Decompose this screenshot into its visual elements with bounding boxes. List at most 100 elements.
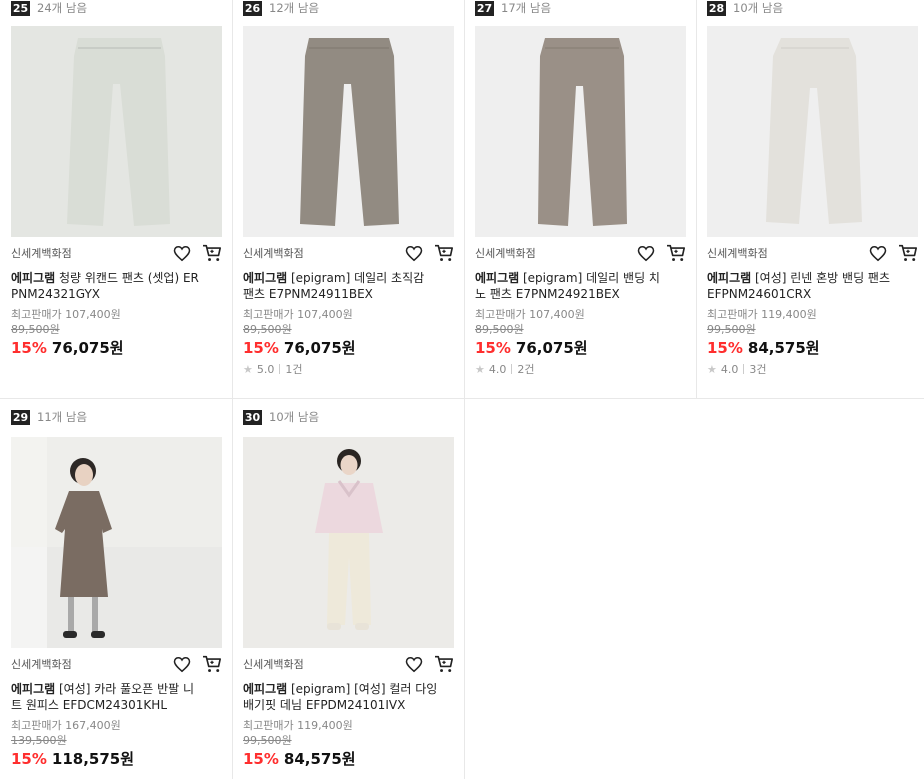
store-row: 신세계백화점	[11, 243, 222, 263]
price-row: 15% 118,575원	[11, 748, 134, 769]
rank-badge: 28	[707, 0, 726, 16]
product-title[interactable]: 에피그램 청량 위캔드 팬츠 (셋업) ER PNM24321GYX	[11, 270, 222, 302]
rank-row: 27 17개 남음	[475, 0, 551, 16]
product-name-line2: 팬츠 E7PNM24911BEX	[243, 287, 373, 301]
rank-badge: 25	[11, 0, 30, 16]
review-count[interactable]: 1건	[285, 361, 302, 377]
max-price-label: 최고판매가 107,400원	[11, 308, 121, 321]
top-shape	[315, 483, 383, 533]
store-name: 신세계백화점	[11, 247, 72, 260]
product-name-line1: 청량 위캔드 팬츠 (셋업) ER	[55, 271, 199, 285]
product-image[interactable]	[707, 26, 918, 237]
price-row: 15% 84,575원	[707, 337, 820, 358]
heart-icon[interactable]	[404, 243, 424, 263]
discount-rate: 15%	[475, 339, 511, 357]
cart-icon[interactable]	[898, 243, 918, 263]
store-row: 신세계백화점	[243, 243, 454, 263]
product-name-line1: [epigram] [여성] 컬러 다잉	[287, 682, 438, 696]
product-card[interactable]: 26 12개 남음 신세계백화점 에피그램 [epigram] 데일리 초직감 …	[232, 0, 464, 398]
rating-value: 4.0	[488, 362, 507, 376]
original-price: 89,500원	[243, 323, 292, 336]
star-icon: ★	[475, 362, 485, 376]
divider	[511, 364, 513, 374]
pants-image	[11, 26, 222, 237]
brand-name: 에피그램	[243, 682, 288, 696]
rank-row: 30 10개 남음	[243, 409, 319, 425]
divider	[743, 364, 745, 374]
max-price-label: 최고판매가 119,400원	[243, 719, 353, 732]
product-name-line2: 트 원피스 EFDCM24301KHL	[11, 698, 167, 712]
max-price-label: 최고판매가 119,400원	[707, 308, 817, 321]
product-name-line2: 배기핏 데님 EFPDM24101IVX	[243, 698, 406, 712]
discount-rate: 15%	[243, 339, 279, 357]
review-count[interactable]: 3건	[749, 361, 766, 377]
cart-icon[interactable]	[434, 243, 454, 263]
original-price: 139,500원	[11, 734, 67, 747]
product-card[interactable]: 28 10개 남음 신세계백화점 에피그램 [여성] 린넨 혼방 밴딩 팬츠 E…	[696, 0, 924, 398]
discount-rate: 15%	[11, 750, 47, 768]
cart-icon[interactable]	[202, 654, 222, 674]
store-row: 신세계백화점	[11, 654, 222, 674]
stock-remaining: 12개 남음	[269, 1, 320, 15]
price-row: 15% 76,075원	[11, 337, 124, 358]
discount-rate: 15%	[11, 339, 47, 357]
store-name: 신세계백화점	[243, 658, 304, 671]
sale-price: 76,075원	[283, 339, 356, 357]
heart-icon[interactable]	[868, 243, 888, 263]
product-name-line1: [여성] 카라 풀오픈 반팔 니	[55, 682, 195, 696]
store-name: 신세계백화점	[11, 658, 72, 671]
product-image[interactable]	[475, 26, 686, 237]
original-price: 89,500원	[11, 323, 60, 336]
brand-name: 에피그램	[475, 271, 520, 285]
divider	[279, 364, 281, 374]
brand-name: 에피그램	[707, 271, 752, 285]
product-title[interactable]: 에피그램 [epigram] 데일리 밴딩 치 노 팬츠 E7PNM24921B…	[475, 270, 686, 302]
stock-remaining: 11개 남음	[37, 410, 88, 424]
product-title[interactable]: 에피그램 [여성] 린넨 혼방 밴딩 팬츠 EFPNM24601CRX	[707, 270, 918, 302]
original-price: 99,500원	[243, 734, 292, 747]
product-name-line1: [epigram] 데일리 밴딩 치	[519, 271, 660, 285]
product-title[interactable]: 에피그램 [epigram] [여성] 컬러 다잉 배기핏 데님 EFPDM24…	[243, 681, 454, 713]
product-title[interactable]: 에피그램 [epigram] 데일리 초직감 팬츠 E7PNM24911BEX	[243, 270, 454, 302]
sale-price: 84,575원	[283, 750, 356, 768]
rank-row: 29 11개 남음	[11, 409, 87, 425]
product-image[interactable]	[243, 26, 454, 237]
stock-remaining: 10개 남음	[733, 1, 784, 15]
product-card[interactable]: 27 17개 남음 신세계백화점 에피그램 [epigram] 데일리 밴딩 치…	[464, 0, 696, 398]
star-icon: ★	[243, 362, 253, 376]
heart-icon[interactable]	[636, 243, 656, 263]
product-image[interactable]	[11, 437, 222, 648]
rating-row: ★ 5.0 1건	[243, 361, 303, 377]
rank-row: 28 10개 남음	[707, 0, 783, 16]
heart-icon[interactable]	[404, 654, 424, 674]
product-title[interactable]: 에피그램 [여성] 카라 풀오픈 반팔 니 트 원피스 EFDCM24301KH…	[11, 681, 222, 713]
heart-icon[interactable]	[172, 243, 192, 263]
brand-name: 에피그램	[243, 271, 288, 285]
sale-price: 118,575원	[51, 750, 135, 768]
product-card[interactable]: 30 10개 남음 신세계백화점 에피그램 [epigram] [여성] 컬러 …	[232, 399, 464, 779]
cart-icon[interactable]	[666, 243, 686, 263]
model-denim-image	[243, 437, 454, 648]
rating-value: 4.0	[720, 362, 739, 376]
store-name: 신세계백화점	[243, 247, 304, 260]
rating-row: ★ 4.0 2건	[475, 361, 535, 377]
product-name-line1: [epigram] 데일리 초직감	[287, 271, 425, 285]
product-card[interactable]: 25 24개 남음 신세계백화점 에피그램 청량 위캔드 팬츠 (셋업) ER …	[0, 0, 232, 398]
store-row: 신세계백화점	[707, 243, 918, 263]
max-price-label: 최고판매가 107,400원	[475, 308, 585, 321]
cart-icon[interactable]	[434, 654, 454, 674]
review-count[interactable]: 2건	[517, 361, 534, 377]
price-row: 15% 76,075원	[243, 337, 356, 358]
pants-image	[243, 26, 454, 237]
product-image[interactable]	[11, 26, 222, 237]
pants-image	[707, 26, 918, 237]
cart-icon[interactable]	[202, 243, 222, 263]
brand-name: 에피그램	[11, 271, 56, 285]
rating-value: 5.0	[256, 362, 275, 376]
pants-image	[475, 26, 686, 237]
product-card[interactable]: 29 11개 남음 신세계백화점 에피그램 [여성] 카라 풀오픈 반팔 니 트…	[0, 399, 232, 779]
heart-icon[interactable]	[172, 654, 192, 674]
product-image[interactable]	[243, 437, 454, 648]
stock-remaining: 17개 남음	[501, 1, 552, 15]
original-price: 89,500원	[475, 323, 524, 336]
